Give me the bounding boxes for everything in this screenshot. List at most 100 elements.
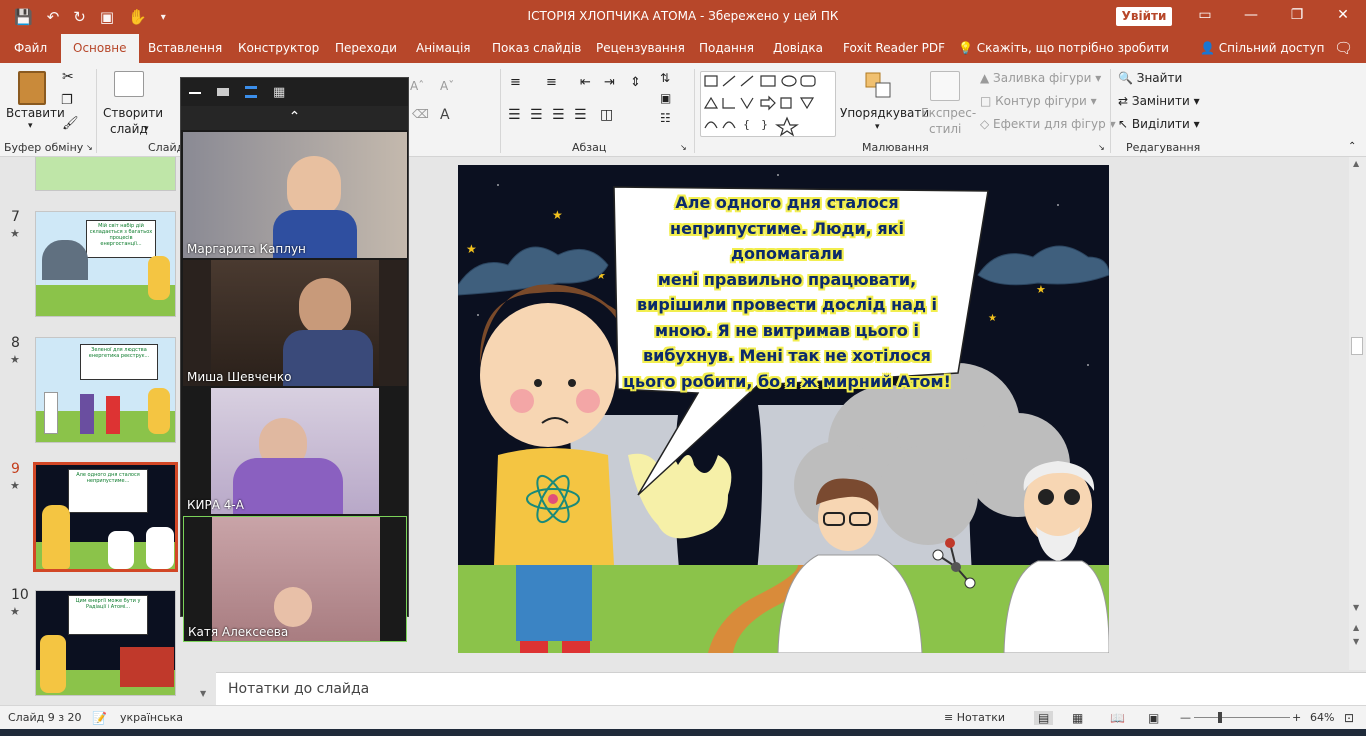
arrange-icon[interactable] [864,71,894,101]
find-button[interactable]: 🔍 Знайти [1118,71,1182,85]
align-center-icon[interactable]: ☰ [530,107,543,123]
shape-outline-button[interactable]: □ Контур фігури ▾ [980,94,1097,108]
bullets-icon[interactable]: ≡ [510,75,521,90]
font-size-increase-icon[interactable]: Aˆ [410,79,424,93]
tab-design[interactable]: Конструктор [238,34,319,63]
new-slide-button[interactable]: Створити [103,106,163,120]
previous-slide-icon[interactable]: ▲ [1353,623,1359,632]
tab-help[interactable]: Довідка [773,34,823,63]
paste-dropdown-icon[interactable]: ▾ [28,121,33,131]
slide-thumbnail-7[interactable]: Мій світ набір дій складається з багатьо… [35,211,176,317]
next-slide-icon[interactable]: ▼ [1353,637,1359,646]
slide-thumbnail-10[interactable]: Цим енергії може бути у Радіації і Атомі… [35,590,176,696]
scroll-thumb[interactable] [1351,337,1363,355]
redo-icon[interactable]: ↻ [73,8,86,26]
quick-styles-button[interactable]: Експрес- [921,106,976,120]
copy-icon[interactable]: ❐ [61,93,73,108]
ribbon-display-icon[interactable]: ▭ [1182,0,1228,30]
new-slide-dropdown-icon[interactable]: ▾ [144,124,149,134]
participant-tile[interactable]: КИРА 4-А [183,388,407,514]
normal-view-icon[interactable]: ▤ [1034,711,1054,725]
customize-qat-icon[interactable]: ▾ [161,12,166,23]
share-button[interactable]: 👤 Спільний доступ [1200,34,1325,63]
paste-button[interactable]: Вставити [6,106,65,120]
smartart-icon[interactable]: ☷ [660,111,671,125]
quick-styles-icon[interactable] [930,71,960,101]
participant-tile[interactable]: Миша Шевченко [183,260,407,386]
minimize-video-icon[interactable] [189,92,201,94]
shape-effects-button[interactable]: ◇ Ефекти для фігур ▾ [980,117,1116,131]
select-button[interactable]: ↖ Виділити ▾ [1118,117,1200,131]
format-painter-icon[interactable]: 🖌 [62,116,79,131]
tab-transitions[interactable]: Переходи [335,34,397,63]
scroll-up-icon[interactable]: ▲ [1353,159,1359,168]
tab-insert[interactable]: Вставлення [148,34,222,63]
notes-pane[interactable]: Нотатки до слайда [216,672,1366,705]
zoom-level[interactable]: 64% [1310,711,1334,724]
speaker-view-icon[interactable] [217,88,229,96]
touch-mode-icon[interactable]: ✋ [128,8,147,26]
paste-icon[interactable] [18,71,46,105]
clipboard-launcher-icon[interactable]: ↘ [86,143,93,152]
scroll-up-chevron-icon[interactable]: ⌃ [181,106,408,130]
justify-icon[interactable]: ☰ [574,107,587,123]
replace-button[interactable]: ⇄ Замінити ▾ [1118,94,1200,108]
zoom-slider-track[interactable] [1194,717,1290,718]
tab-review[interactable]: Рецензування [596,34,685,63]
tab-animations[interactable]: Анімація [416,34,471,63]
slide-thumbnail-8[interactable]: Зеленої для людства енергетика реєструє.… [35,337,176,443]
strip-view-icon[interactable] [245,86,257,98]
minimize-icon[interactable]: — [1228,0,1274,30]
scroll-down-icon[interactable]: ▼ [200,689,206,698]
tell-me-search[interactable]: 💡 Скажіть, що потрібно зробити [958,34,1169,63]
font-size-decrease-icon[interactable]: Aˇ [440,79,454,93]
slideshow-view-icon[interactable]: ▣ [1148,711,1159,725]
zoom-in-icon[interactable]: + [1292,711,1301,724]
align-text-icon[interactable]: ▣ [660,91,671,105]
tab-home[interactable]: Основне [61,34,139,63]
gallery-view-icon[interactable]: ▦ [273,85,285,100]
increase-indent-icon[interactable]: ⇥ [604,75,615,90]
numbering-icon[interactable]: ≡ [546,75,557,90]
tab-slideshow[interactable]: Показ слайдів [492,34,581,63]
tab-file[interactable]: Файл [14,34,47,63]
present-icon[interactable]: ▣ [100,8,114,26]
tab-view[interactable]: Подання [699,34,754,63]
cut-icon[interactable]: ✂ [62,69,74,85]
decrease-indent-icon[interactable]: ⇤ [580,75,591,90]
columns-icon[interactable]: ◫ [600,107,613,123]
language-indicator[interactable]: українська [120,711,183,724]
video-conference-panel[interactable]: ▦ ⌃ Маргарита Каплун Миша Шевченко КИРА … [180,77,409,642]
font-color-icon[interactable]: A [440,107,450,123]
shapes-gallery[interactable]: { } [700,71,836,137]
participant-tile-active-speaker[interactable]: Катя Алексеева [183,516,407,642]
reading-view-icon[interactable]: 📖 [1110,711,1125,725]
undo-icon[interactable]: ↶ [47,8,60,26]
editor-scrollbar[interactable]: ▲ ▼ ▲ ▼ [1349,157,1366,670]
save-icon[interactable]: 💾 [14,8,33,26]
notes-toggle-button[interactable]: ≡ Нотатки [944,711,1005,724]
paragraph-launcher-icon[interactable]: ↘ [680,143,687,152]
fit-to-window-icon[interactable]: ⊡ [1344,711,1354,725]
comments-icon[interactable]: 🗨 [1334,34,1353,63]
scroll-down-icon[interactable]: ▼ [1353,603,1359,612]
slide-thumbnail-9-selected[interactable]: Але одного дня сталося неприпустиме... [33,462,178,572]
restore-icon[interactable]: ❐ [1274,0,1320,30]
participant-tile[interactable]: Маргарита Каплун [183,132,407,258]
collapse-ribbon-icon[interactable]: ⌃ [1348,141,1356,152]
arrange-dropdown-icon[interactable]: ▾ [875,122,880,132]
clear-format-icon[interactable]: ⌫ [412,107,429,121]
drawing-launcher-icon[interactable]: ↘ [1098,143,1105,152]
slide-counter[interactable]: Слайд 9 з 20 [8,711,82,724]
line-spacing-icon[interactable]: ⇕ [630,75,641,90]
slide-sorter-icon[interactable]: ▦ [1072,711,1083,725]
align-right-icon[interactable]: ☰ [552,107,565,123]
slide-thumbnail-6[interactable] [35,157,176,191]
zoom-out-icon[interactable]: — [1180,711,1191,724]
close-icon[interactable]: ✕ [1320,0,1366,30]
spelling-icon[interactable]: 📝 [92,711,107,725]
tab-foxit[interactable]: Foxit Reader PDF [843,34,945,63]
zoom-slider-thumb[interactable] [1218,712,1222,723]
text-direction-icon[interactable]: ⇅ [660,71,670,85]
new-slide-icon[interactable] [114,71,144,97]
